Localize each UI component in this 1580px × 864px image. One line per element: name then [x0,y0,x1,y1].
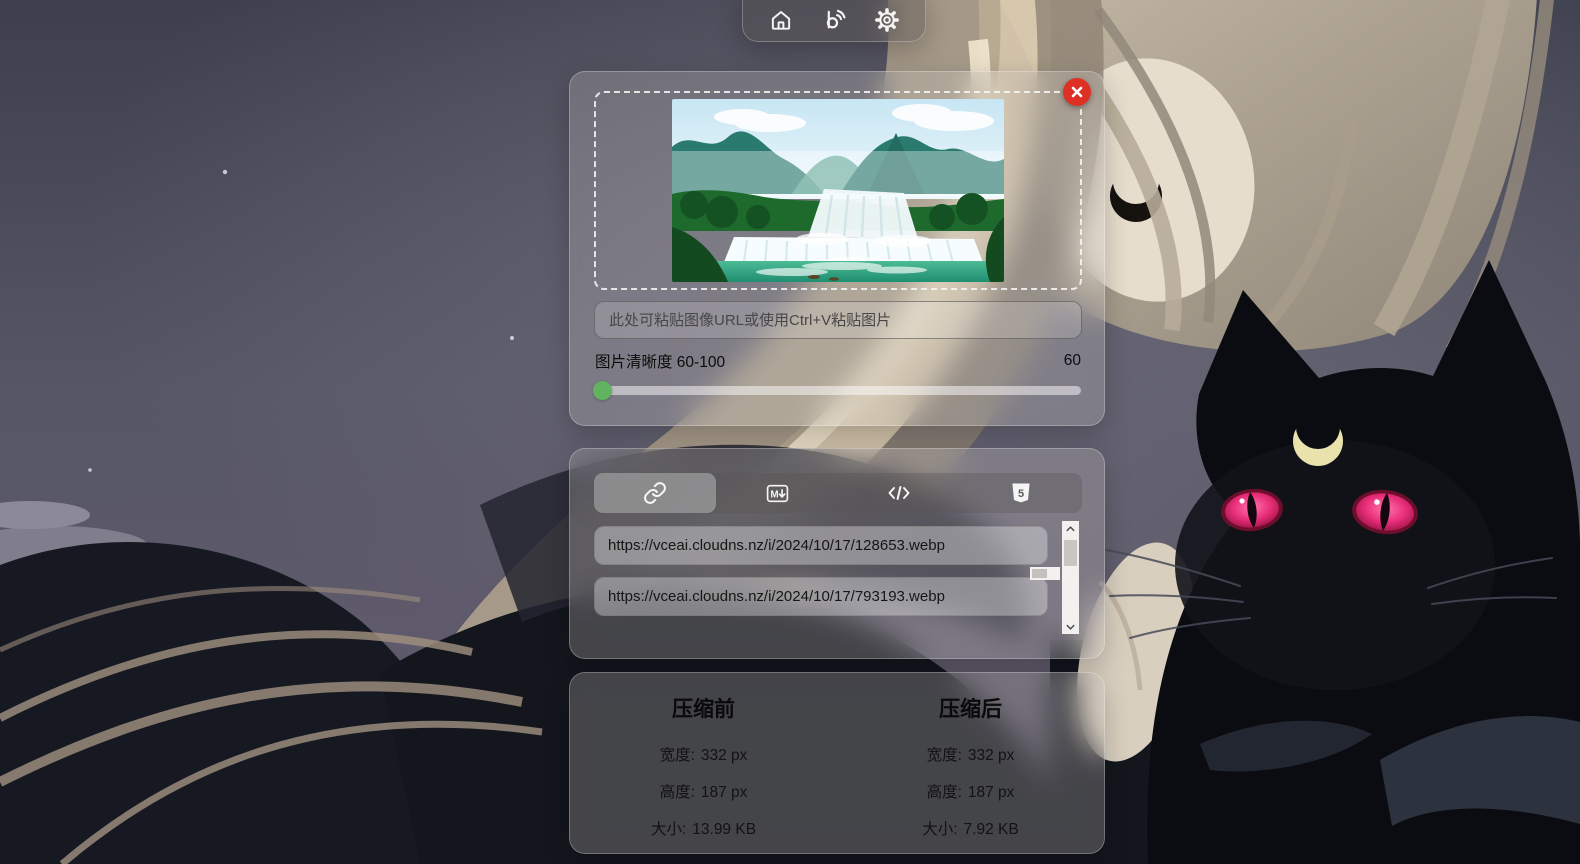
quality-slider[interactable] [595,381,1081,400]
chevron-down-icon [1065,623,1076,631]
html5-icon: 5 [1009,481,1033,505]
tab-html[interactable]: 5 [960,473,1082,513]
after-column: 压缩后 宽度: 332 px 高度: 187 px 大小: 7.92 KB [837,689,1104,853]
blog-icon [821,7,847,33]
home-icon [768,7,794,33]
chevron-up-icon [1065,525,1076,533]
app-screen: 图片清晰度 60-100 60 M [0,0,1580,864]
scroll-down-button[interactable] [1062,619,1079,634]
horizontal-scrollbar[interactable] [1030,567,1060,580]
width-value: 332 px [968,747,1015,764]
width-label: 宽度: [660,747,695,764]
upload-panel: 图片清晰度 60-100 60 [569,71,1105,426]
vertical-scrollbar[interactable] [1062,521,1079,634]
scroll-up-button[interactable] [1062,521,1079,536]
quality-label: 图片清晰度 60-100 [595,350,725,372]
before-width-row: 宽度: 332 px [570,743,837,765]
tab-code[interactable] [838,473,960,513]
height-value: 187 px [968,784,1015,801]
output-format-tabs: M 5 [594,473,1082,513]
after-height-row: 高度: 187 px [837,780,1104,802]
close-button[interactable] [1063,78,1091,106]
home-button[interactable] [766,5,796,35]
before-column: 压缩前 宽度: 332 px 高度: 187 px 大小: 13.99 KB [570,689,837,853]
before-size-row: 大小: 13.99 KB [570,817,837,839]
height-label: 高度: [660,784,695,801]
before-title: 压缩前 [570,693,837,723]
close-icon [1065,80,1089,104]
quality-value: 60 [1064,352,1081,370]
top-navbar [742,0,926,42]
height-value: 187 px [701,784,748,801]
svg-text:5: 5 [1018,488,1024,500]
size-value: 13.99 KB [692,821,756,838]
image-dropzone[interactable] [594,91,1082,290]
slider-thumb[interactable] [593,381,612,400]
horizontal-scrollbar-thumb[interactable] [1032,569,1047,578]
height-label: 高度: [927,784,962,801]
after-width-row: 宽度: 332 px [837,743,1104,765]
output-panel: M 5 [569,448,1105,659]
gear-icon [874,7,900,33]
after-size-row: 大小: 7.92 KB [837,817,1104,839]
result-link-field[interactable]: https://vceai.cloudns.nz/i/2024/10/17/79… [594,577,1048,616]
link-icon [643,481,667,505]
vertical-scrollbar-thumb[interactable] [1064,540,1077,566]
compression-results-panel: 压缩前 宽度: 332 px 高度: 187 px 大小: 13.99 KB 压缩后 … [569,672,1105,854]
paste-url-input[interactable] [594,301,1082,339]
result-link-field[interactable]: https://vceai.cloudns.nz/i/2024/10/17/12… [594,526,1048,565]
markdown-icon: M [765,481,790,506]
after-title: 压缩后 [837,693,1104,723]
slider-track[interactable] [595,386,1081,395]
quality-row: 图片清晰度 60-100 60 [595,350,1081,372]
settings-button[interactable] [872,5,902,35]
width-value: 332 px [701,747,748,764]
blog-button[interactable] [819,5,849,35]
code-icon [886,481,912,505]
size-value: 7.92 KB [964,821,1019,838]
before-height-row: 高度: 187 px [570,780,837,802]
size-label: 大小: [651,821,686,838]
width-label: 宽度: [927,747,962,764]
svg-text:M: M [770,489,778,500]
size-label: 大小: [922,821,957,838]
tab-link-url[interactable] [594,473,716,513]
image-preview [672,99,1004,282]
tab-markdown[interactable]: M [716,473,838,513]
